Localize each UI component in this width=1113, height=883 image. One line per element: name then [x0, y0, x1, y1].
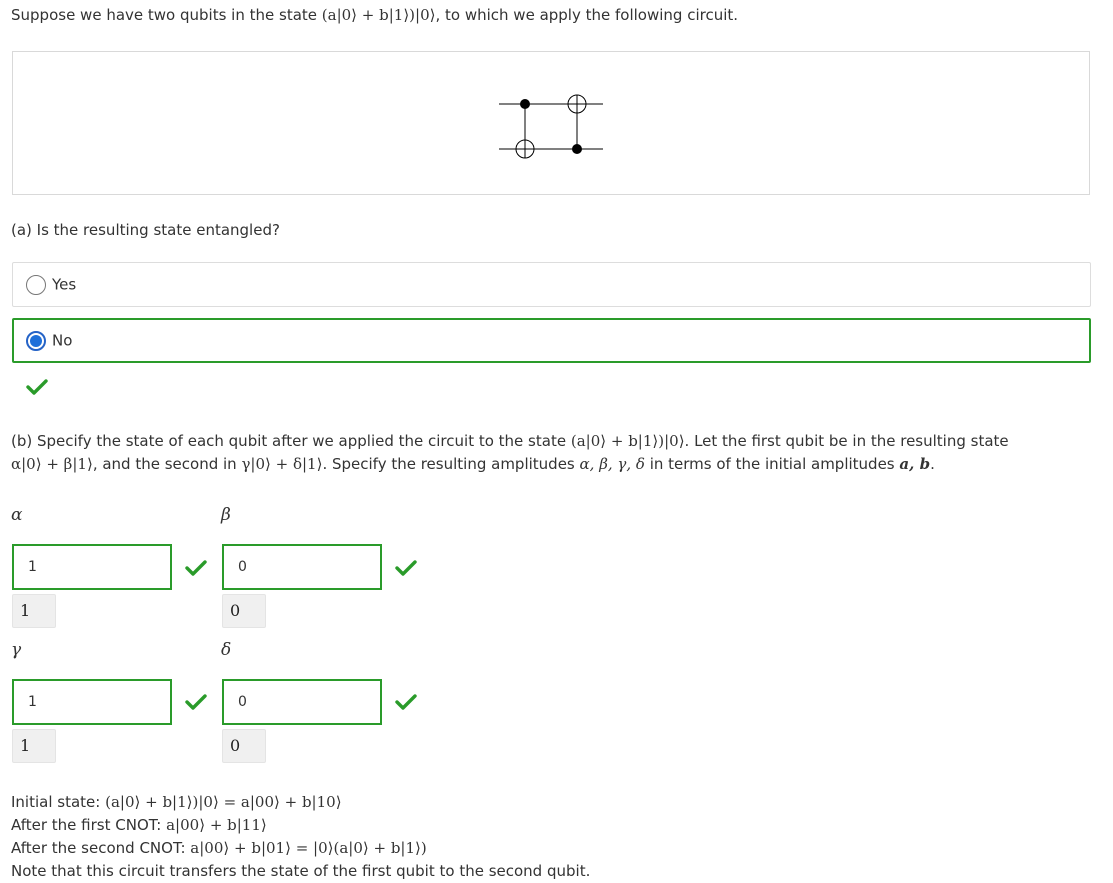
solution-explanation: Initial state: (a|0⟩ + b|1⟩)|0⟩ = a|00⟩ …: [11, 791, 590, 883]
beta-preview: 0: [222, 594, 266, 628]
gamma-label: γ: [11, 640, 22, 660]
radio-no[interactable]: [26, 330, 46, 351]
intro-text: Suppose we have two qubits in the state …: [11, 6, 738, 24]
alpha-preview: 1: [12, 594, 56, 628]
question-b-part-4: . Specify the resulting amplitudes: [322, 455, 575, 473]
solution-line-2-math: a|00⟩ + b|11⟩: [166, 816, 267, 834]
solution-line-1-math: (a|0⟩ + b|1⟩)|0⟩ = a|00⟩ + b|10⟩: [105, 793, 342, 811]
alpha-input[interactable]: [12, 544, 172, 590]
question-b-part-5: in terms of the initial amplitudes: [649, 455, 895, 473]
solution-line-3-math: a|00⟩ + b|01⟩ = |0⟩(a|0⟩ + b|1⟩): [190, 839, 427, 857]
question-b-text: (b) Specify the state of each qubit afte…: [11, 430, 1011, 476]
intro-prefix: Suppose we have two qubits in the state: [11, 6, 317, 24]
question-b-initial: a, b: [899, 455, 931, 473]
circuit-diagram-box: [12, 51, 1090, 195]
intro-suffix: , to which we apply the following circui…: [435, 6, 739, 24]
question-b-part-6: .: [930, 455, 935, 473]
solution-line-3-label: After the second CNOT:: [11, 839, 186, 857]
solution-line-1: Initial state: (a|0⟩ + b|1⟩)|0⟩ = a|00⟩ …: [11, 791, 590, 814]
circuit-diagram: [499, 94, 603, 159]
question-b-part-2: . Let the first qubit be in the resultin…: [684, 432, 1009, 450]
check-icon: [395, 694, 417, 710]
option-no[interactable]: No: [12, 318, 1091, 363]
delta-input[interactable]: [222, 679, 382, 725]
radio-yes[interactable]: [26, 274, 46, 295]
delta-preview: 0: [222, 729, 266, 763]
solution-line-3: After the second CNOT: a|00⟩ + b|01⟩ = |…: [11, 837, 590, 860]
check-icon: [395, 560, 417, 576]
cnot-gate-2: [567, 94, 587, 154]
beta-label: β: [221, 505, 231, 525]
question-b-second-state: γ|0⟩ + δ|1⟩: [241, 455, 323, 473]
option-yes-label: Yes: [52, 275, 77, 294]
cnot-gate-1: [515, 99, 535, 159]
question-b-state: (a|0⟩ + b|1⟩)|0⟩: [570, 432, 685, 450]
solution-line-1-label: Initial state:: [11, 793, 101, 811]
question-b-amplitudes: α, β, γ, δ: [579, 455, 645, 473]
question-b-part-1: (b) Specify the state of each qubit afte…: [11, 432, 567, 450]
question-b-part-3: , and the second in: [92, 455, 237, 473]
beta-input[interactable]: [222, 544, 382, 590]
gamma-input[interactable]: [12, 679, 172, 725]
check-icon: [26, 379, 48, 395]
gamma-preview: 1: [12, 729, 56, 763]
solution-line-2: After the first CNOT: a|00⟩ + b|11⟩: [11, 814, 590, 837]
check-icon: [185, 694, 207, 710]
question-a-text: (a) Is the resulting state entangled?: [11, 221, 280, 239]
question-b-first-state: α|0⟩ + β|1⟩: [11, 455, 93, 473]
delta-label: δ: [221, 640, 232, 660]
solution-line-2-label: After the first CNOT:: [11, 816, 162, 834]
solution-line-4: Note that this circuit transfers the sta…: [11, 862, 591, 880]
option-yes[interactable]: Yes: [12, 262, 1091, 307]
check-icon: [185, 560, 207, 576]
alpha-label: α: [11, 505, 23, 525]
intro-state: (a|0⟩ + b|1⟩)|0⟩: [321, 6, 436, 24]
option-no-label: No: [52, 331, 73, 350]
